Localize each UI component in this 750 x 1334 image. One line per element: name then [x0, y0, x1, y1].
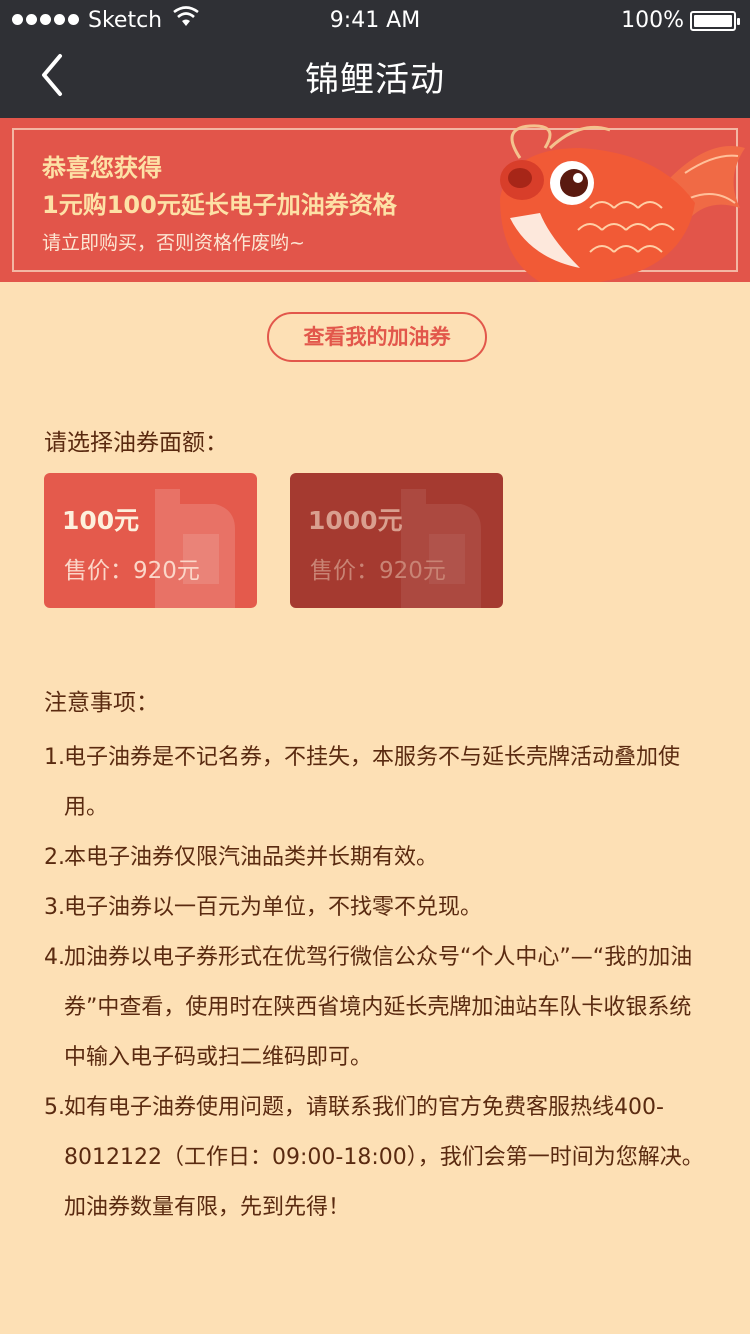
coupon-option-100[interactable]: 100元 售价：920元	[44, 473, 257, 608]
note-number: 4.	[44, 945, 65, 970]
note-item: 2. 本电子油券仅限汽油品类并长期有效。	[44, 833, 704, 883]
koi-fish-icon	[500, 124, 745, 282]
note-text: 电子油券是不记名券，不挂失，本服务不与延长壳牌活动叠加使用。	[64, 745, 681, 820]
view-my-coupons-button[interactable]: 查看我的加油券	[267, 312, 487, 362]
promo-banner: 恭喜您获得 1元购100元延长电子加油券资格 请立即购买，否则资格作废哟~	[0, 118, 750, 282]
note-text: 如有电子油券使用问题，请联系我们的官方免费客服热线400-8012122（工作日…	[64, 1095, 704, 1220]
note-item: 4. 加油券以电子券形式在优驾行微信公众号“个人中心”—“我的加油券”中查看，使…	[44, 933, 704, 1083]
notes-list: 1. 电子油券是不记名券，不挂失，本服务不与延长壳牌活动叠加使用。 2. 本电子…	[44, 733, 704, 1233]
note-number: 1.	[44, 745, 65, 770]
coupon-amount: 1000元	[308, 506, 403, 535]
fuel-can-icon	[401, 489, 481, 608]
select-amount-label: 请选择油券面额：	[44, 430, 228, 456]
banner-notice: 请立即购买，否则资格作废哟~	[42, 232, 305, 254]
status-bar: Sketch 9:41 AM 100%	[0, 0, 750, 40]
top-bar: Sketch 9:41 AM 100% 锦鲤活动	[0, 0, 750, 118]
note-item: 3. 电子油券以一百元为单位，不找零不兑现。	[44, 883, 704, 933]
banner-congrats: 恭喜您获得	[42, 154, 162, 182]
page-title: 锦鲤活动	[305, 60, 445, 100]
note-text: 本电子油券仅限汽油品类并长期有效。	[64, 845, 439, 870]
notes-title: 注意事项：	[44, 690, 159, 716]
coupon-price: 售价：920元	[310, 558, 446, 584]
note-number: 5.	[44, 1095, 65, 1120]
battery-percent: 100%	[621, 8, 684, 33]
coupon-option-1000[interactable]: 1000元 售价：920元	[290, 473, 503, 608]
note-item: 5. 如有电子油券使用问题，请联系我们的官方免费客服热线400-8012122（…	[44, 1083, 704, 1233]
banner-offer: 1元购100元延长电子加油券资格	[42, 191, 397, 219]
coupon-price: 售价：920元	[64, 558, 200, 584]
note-item: 1. 电子油券是不记名券，不挂失，本服务不与延长壳牌活动叠加使用。	[44, 733, 704, 833]
note-number: 2.	[44, 845, 65, 870]
battery-icon	[690, 11, 740, 31]
fuel-can-icon	[155, 489, 235, 608]
note-number: 3.	[44, 895, 65, 920]
note-text: 加油券以电子券形式在优驾行微信公众号“个人中心”—“我的加油券”中查看，使用时在…	[64, 945, 693, 1070]
coupon-amount: 100元	[62, 506, 140, 535]
note-text: 电子油券以一百元为单位，不找零不兑现。	[64, 895, 483, 920]
